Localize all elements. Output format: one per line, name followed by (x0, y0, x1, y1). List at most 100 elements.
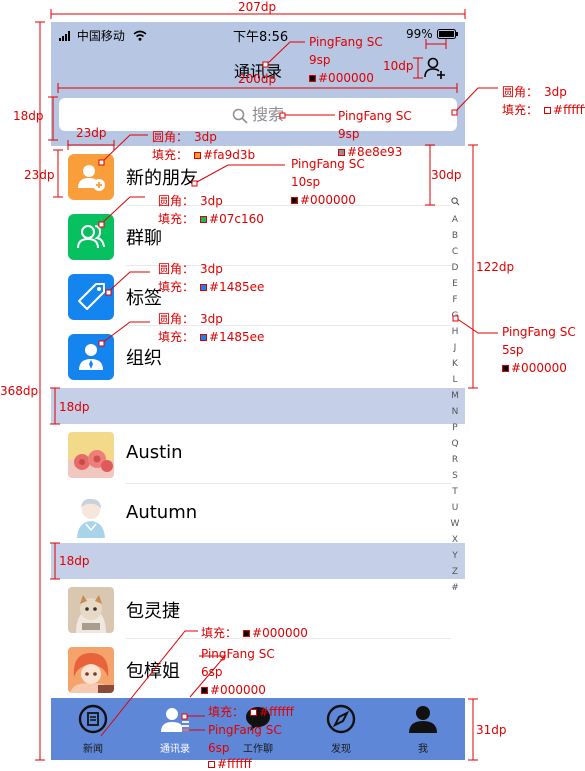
organization-icon (68, 334, 114, 380)
annotation-name-font: PingFang SC (201, 647, 275, 661)
tag-icon (68, 274, 114, 320)
tab-news-label: 新闻 (83, 744, 103, 755)
index-letter[interactable]: L (447, 372, 463, 388)
index-letter[interactable]: D (447, 260, 463, 276)
index-letter[interactable]: S (447, 468, 463, 484)
annotation-nav-width: 200dp (238, 72, 277, 86)
battery-indicator: 99% (406, 27, 459, 41)
group-chat-icon (68, 214, 114, 260)
annotation-search-size: 9sp (338, 127, 360, 141)
contact-name: Autumn (126, 502, 198, 523)
index-letter[interactable]: X (447, 532, 463, 548)
annotation-title-size: 9sp (309, 53, 331, 67)
avatar (68, 492, 114, 538)
annotation-index-color: #000000 (502, 361, 567, 375)
annotation-tab-color: #ffffff (208, 757, 252, 771)
tab-me[interactable]: 我 (393, 704, 453, 755)
annotation-radius-blue-1: 圆角： 3dp (158, 262, 223, 276)
signal-icon (59, 31, 70, 41)
index-letter[interactable]: C (447, 244, 463, 260)
index-letter[interactable]: T (447, 484, 463, 500)
index-letter[interactable]: E (447, 276, 463, 292)
annotation-radius-blue-2: 圆角： 3dp (158, 312, 223, 326)
annotation-width-top: 207dp (238, 0, 277, 14)
annotation-icon-height: 23dp (24, 168, 55, 182)
annotation-name-size: 6sp (201, 665, 223, 679)
index-letter-list: A B C D E F G H J K L M N P Q R S T U W X Y Z # (447, 212, 463, 596)
group-chat-label: 群聊 (126, 228, 162, 249)
annotation-item-font: PingFang SC (291, 157, 365, 171)
index-letter[interactable]: Y (447, 548, 463, 564)
contact-row[interactable]: Austin (51, 424, 451, 484)
tab-contacts[interactable]: 通讯录 (145, 704, 205, 755)
annotation-row-height: 30dp (431, 168, 462, 182)
annotation-index-height: 122dp (476, 260, 515, 274)
status-time: 下午8:56 (233, 30, 289, 45)
index-letter[interactable]: M (447, 388, 463, 404)
annotation-tab-fill: 填充： #ffffff (208, 705, 294, 719)
annotation-add-icon-size: 10dp (383, 59, 414, 73)
index-letter[interactable]: U (447, 500, 463, 516)
new-friend-icon (68, 154, 114, 200)
section-header-b (51, 543, 465, 579)
index-letter[interactable]: K (447, 356, 463, 372)
tab-news[interactable]: 新闻 (63, 704, 123, 755)
status-bar: 中国移动 下午8:56 99% (51, 22, 465, 48)
battery-icon (436, 29, 458, 39)
section-header-a (51, 388, 465, 424)
index-letter[interactable]: R (447, 452, 463, 468)
annotation-tabbar-height: 31dp (476, 723, 507, 737)
organization-label: 组织 (126, 348, 162, 369)
contact-row[interactable]: Autumn (51, 484, 451, 544)
avatar (68, 587, 114, 633)
annotation-title-font: PingFang SC (309, 35, 383, 49)
annotation-item-color: #000000 (291, 193, 356, 207)
index-letter[interactable]: P (447, 420, 463, 436)
index-letter[interactable]: B (447, 228, 463, 244)
annotation-index-font: PingFang SC (502, 325, 576, 339)
index-letter[interactable]: Z (447, 564, 463, 580)
annotation-search-fill: 填充： #ffffff (502, 103, 585, 117)
index-letter[interactable]: # (447, 580, 463, 596)
add-contact-icon (424, 57, 445, 79)
annotation-index-size: 5sp (502, 343, 524, 357)
avatar (68, 432, 114, 478)
index-letter[interactable]: Q (447, 436, 463, 452)
contacts-icon (161, 708, 189, 732)
index-letter[interactable]: A (447, 212, 463, 228)
battery-percent: 99% (406, 27, 433, 41)
index-search-icon[interactable] (447, 196, 463, 212)
index-letter[interactable]: N (447, 404, 463, 420)
carrier-text: 中国移动 (76, 29, 125, 43)
avatar (68, 647, 114, 693)
tab-me-label: 我 (418, 744, 428, 755)
index-letter[interactable]: F (447, 292, 463, 308)
annotation-item-size: 10sp (291, 175, 321, 189)
tab-work-chat-label: 工作聊 (243, 744, 273, 755)
carrier-label: 中国移动 (59, 27, 147, 44)
annotation-search-radius: 圆角： 3dp (502, 85, 567, 99)
tags-item[interactable]: 标签 (51, 266, 451, 326)
annotation-fill-blue-1: 填充： #1485ee (158, 280, 265, 294)
index-letter[interactable]: J (447, 340, 463, 356)
profile-icon (409, 706, 437, 733)
annotation-search-height: 18dp (13, 109, 44, 123)
index-letter[interactable]: G (447, 308, 463, 324)
annotation-icon-radius: 圆角： 3dp (152, 130, 217, 144)
annotation-icon-width: 23dp (76, 126, 107, 140)
contact-name: Austin (126, 442, 183, 463)
tab-discover-label: 发现 (331, 744, 351, 755)
annotation-fill-orange: 填充： #fa9d3b (152, 148, 256, 162)
tab-contacts-label: 通讯录 (160, 744, 190, 755)
news-icon (78, 704, 108, 734)
tags-label: 标签 (126, 288, 162, 309)
add-contact-button[interactable] (423, 56, 447, 80)
search-icon (232, 108, 248, 124)
annotation-tab-size: 6sp (208, 741, 230, 755)
contact-name: 包灵捷 (126, 601, 180, 622)
new-friends-label: 新的朋友 (126, 168, 198, 189)
alphabet-index[interactable]: A B C D E F G H J K L M N P Q R S T U W X Y Z # (447, 196, 463, 596)
tab-discover[interactable]: 发现 (311, 704, 371, 755)
index-letter[interactable]: W (447, 516, 463, 532)
index-letter[interactable]: H (447, 324, 463, 340)
